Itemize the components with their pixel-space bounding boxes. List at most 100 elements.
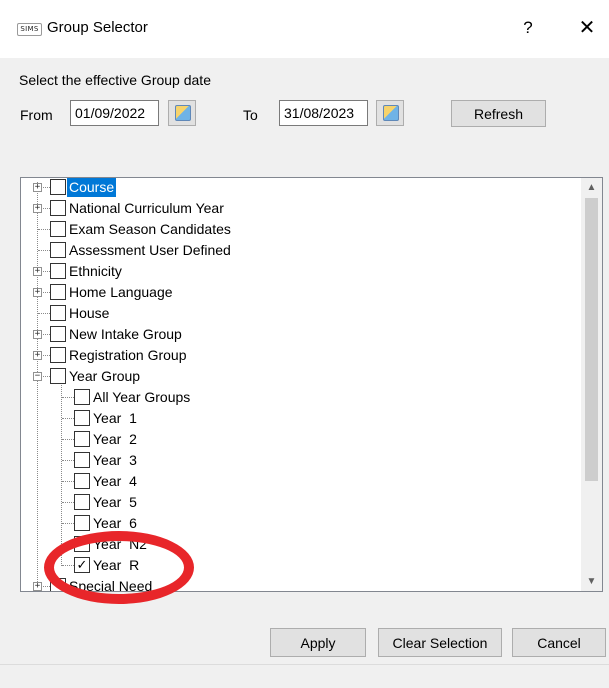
tree-checkbox[interactable] bbox=[50, 368, 66, 384]
vertical-scrollbar[interactable]: ▲ ▼ bbox=[581, 178, 602, 591]
tree-item-label: Year 1 bbox=[93, 410, 137, 426]
to-calendar-button[interactable] bbox=[376, 100, 404, 126]
tree-checkbox[interactable] bbox=[74, 431, 90, 447]
tree-checkbox[interactable] bbox=[50, 221, 66, 237]
tree-checkbox[interactable] bbox=[50, 200, 66, 216]
expand-icon[interactable]: + bbox=[33, 351, 42, 360]
tree-item-label: Year N2 bbox=[93, 536, 147, 552]
footer-separator bbox=[0, 664, 609, 665]
tree-item-label: Year 6 bbox=[93, 515, 137, 531]
tree-row[interactable]: Exam Season Candidates bbox=[21, 219, 581, 240]
tree-connector bbox=[62, 439, 74, 440]
tree-row[interactable]: + Ethnicity bbox=[21, 261, 581, 282]
tree-item-label: Registration Group bbox=[69, 347, 187, 363]
tree-row[interactable]: Year 3 bbox=[21, 450, 581, 471]
tree-checkbox[interactable] bbox=[50, 263, 66, 279]
tree-item-label: Year 2 bbox=[93, 431, 137, 447]
tree-row[interactable]: + Registration Group bbox=[21, 345, 581, 366]
expand-icon[interactable]: + bbox=[33, 288, 42, 297]
tree-checkbox[interactable] bbox=[74, 389, 90, 405]
tree-row[interactable]: + Course bbox=[21, 178, 581, 198]
tree-connector bbox=[38, 250, 50, 251]
expand-icon[interactable]: + bbox=[33, 183, 42, 192]
tree-connector bbox=[62, 565, 74, 566]
tree-row[interactable]: Year 2 bbox=[21, 429, 581, 450]
close-button[interactable]: ✕ bbox=[572, 14, 602, 42]
to-label: To bbox=[243, 107, 258, 123]
tree-row[interactable]: Year 5 bbox=[21, 492, 581, 513]
tree-row[interactable]: − Year Group bbox=[21, 366, 581, 387]
sims-app-icon: SIMS bbox=[17, 23, 42, 36]
collapse-icon[interactable]: − bbox=[33, 372, 42, 381]
tree-item-label: Year R bbox=[93, 557, 140, 573]
tree-checkbox[interactable] bbox=[50, 347, 66, 363]
tree-row[interactable]: Assessment User Defined bbox=[21, 240, 581, 261]
tree-connector bbox=[38, 229, 50, 230]
tree-row[interactable]: + National Curriculum Year bbox=[21, 198, 581, 219]
tree-checkbox[interactable] bbox=[50, 242, 66, 258]
tree-checkbox[interactable] bbox=[50, 305, 66, 321]
expand-icon[interactable]: + bbox=[33, 204, 42, 213]
from-calendar-button[interactable] bbox=[168, 100, 196, 126]
tree-checkbox[interactable] bbox=[74, 536, 90, 552]
tree-row[interactable]: ✓ Year R bbox=[21, 555, 581, 576]
tree-item-label: Year 3 bbox=[93, 452, 137, 468]
tree-checkbox[interactable] bbox=[50, 179, 66, 195]
tree-connector bbox=[62, 397, 74, 398]
tree-row[interactable]: Year 1 bbox=[21, 408, 581, 429]
tree-connector bbox=[62, 523, 74, 524]
tree-item-label: New Intake Group bbox=[69, 326, 182, 342]
title-bar: SIMS Group Selector ? ✕ bbox=[0, 0, 609, 58]
tree-item-label: House bbox=[69, 305, 110, 321]
expand-icon[interactable]: + bbox=[33, 330, 42, 339]
tree-row[interactable]: + New Intake Group bbox=[21, 324, 581, 345]
tree-checkbox[interactable] bbox=[74, 494, 90, 510]
scroll-up-icon[interactable]: ▲ bbox=[581, 179, 602, 196]
tree-row[interactable]: House bbox=[21, 303, 581, 324]
tree-item-label: Assessment User Defined bbox=[69, 242, 231, 258]
tree-row[interactable]: + Home Language bbox=[21, 282, 581, 303]
expand-icon[interactable]: + bbox=[33, 582, 42, 591]
tree-row[interactable]: Year 6 bbox=[21, 513, 581, 534]
to-date-input[interactable] bbox=[279, 100, 368, 126]
tree-row[interactable]: Year 4 bbox=[21, 471, 581, 492]
apply-button[interactable]: Apply bbox=[270, 628, 366, 657]
tree-row[interactable]: All Year Groups bbox=[21, 387, 581, 408]
tree-connector bbox=[62, 460, 74, 461]
calendar-icon bbox=[383, 105, 399, 121]
scroll-down-icon[interactable]: ▼ bbox=[581, 573, 602, 590]
tree-checkbox[interactable] bbox=[74, 473, 90, 489]
tree-row[interactable]: Year N2 bbox=[21, 534, 581, 555]
group-tree[interactable]: + Course + National Curriculum Year Exam Sea… bbox=[20, 177, 603, 592]
tree-checkbox[interactable] bbox=[74, 515, 90, 531]
tree-connector bbox=[62, 502, 74, 503]
tree-checkbox[interactable] bbox=[74, 410, 90, 426]
tree-item-label: Year Group bbox=[69, 368, 141, 384]
tree-connector bbox=[38, 313, 50, 314]
tree-checkbox[interactable] bbox=[74, 452, 90, 468]
help-button[interactable]: ? bbox=[516, 14, 540, 42]
tree-checkbox[interactable] bbox=[50, 578, 66, 591]
from-date-input[interactable] bbox=[70, 100, 159, 126]
tree-item-label: Home Language bbox=[69, 284, 173, 300]
tree-item-label: Course bbox=[67, 178, 117, 197]
tree-checkbox[interactable]: ✓ bbox=[74, 557, 90, 573]
tree-item-label: Ethnicity bbox=[69, 263, 122, 279]
tree-row[interactable]: + Special Need bbox=[21, 576, 581, 592]
cancel-button[interactable]: Cancel bbox=[512, 628, 606, 657]
tree-item-label: Year 4 bbox=[93, 473, 137, 489]
tree-checkbox[interactable] bbox=[50, 326, 66, 342]
tree-connector bbox=[62, 418, 74, 419]
tree-item-label: National Curriculum Year bbox=[69, 200, 224, 216]
expand-icon[interactable]: + bbox=[33, 267, 42, 276]
window-title: Group Selector bbox=[47, 19, 148, 36]
scroll-thumb[interactable] bbox=[585, 198, 598, 481]
clear-selection-button[interactable]: Clear Selection bbox=[378, 628, 502, 657]
tree-checkbox[interactable] bbox=[50, 284, 66, 300]
tree-item-label: Special Need bbox=[69, 578, 153, 592]
refresh-button[interactable]: Refresh bbox=[451, 100, 546, 127]
tree-item-label: All Year Groups bbox=[93, 389, 191, 405]
tree-item-label: Exam Season Candidates bbox=[69, 221, 231, 237]
tree-connector bbox=[62, 544, 74, 545]
tree-item-label: Year 5 bbox=[93, 494, 137, 510]
